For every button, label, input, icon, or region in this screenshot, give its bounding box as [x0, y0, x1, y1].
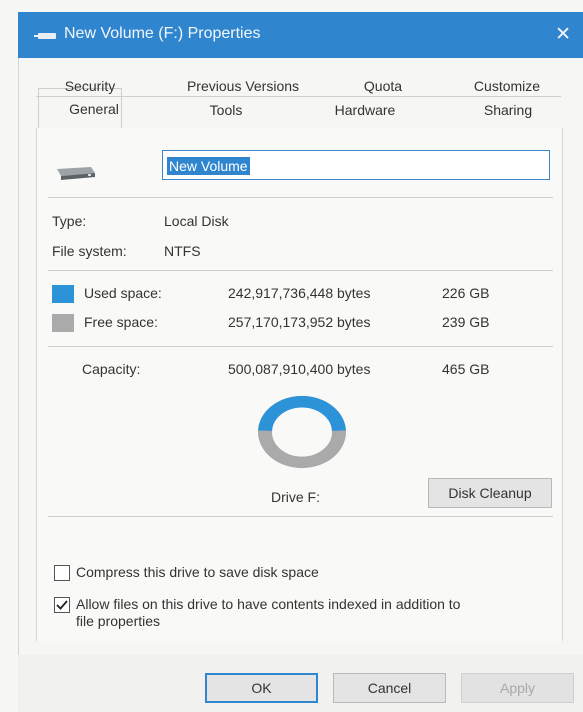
disk-cleanup-button[interactable]: Disk Cleanup	[428, 478, 552, 508]
checkmark-icon	[56, 600, 68, 610]
free-space-size: 239 GB	[442, 314, 490, 330]
capacity-label: Capacity:	[82, 361, 141, 377]
tab-security[interactable]: Security	[48, 74, 132, 98]
file-system-value: NTFS	[164, 243, 201, 259]
ok-button[interactable]: OK	[205, 673, 318, 703]
type-value: Local Disk	[164, 213, 229, 229]
apply-button[interactable]: Apply	[461, 673, 574, 703]
used-space-label: Used space:	[84, 285, 162, 301]
compress-label: Compress this drive to save disk space	[76, 564, 319, 580]
used-space-size: 226 GB	[442, 285, 490, 301]
compress-checkbox[interactable]	[54, 565, 70, 581]
used-space-bytes: 242,917,736,448 bytes	[228, 285, 371, 301]
separator	[48, 346, 553, 347]
tab-hardware[interactable]: Hardware	[322, 98, 408, 122]
cancel-button[interactable]: Cancel	[333, 673, 446, 703]
drive-icon	[57, 167, 95, 180]
drive-label: Drive F:	[271, 489, 320, 505]
drive-window-icon	[34, 33, 56, 39]
index-checkbox[interactable]	[54, 597, 70, 613]
separator	[48, 516, 553, 517]
capacity-bytes: 500,087,910,400 bytes	[228, 361, 371, 377]
title-bar: New Volume (F:) Properties ✕	[18, 12, 583, 58]
tab-previous-versions[interactable]: Previous Versions	[172, 74, 314, 98]
tab-general[interactable]: General	[56, 97, 132, 121]
tab-customize[interactable]: Customize	[460, 74, 554, 98]
volume-name-input[interactable]: New Volume	[162, 150, 550, 180]
close-icon[interactable]: ✕	[555, 23, 571, 46]
volume-name-selected-text: New Volume	[167, 157, 250, 175]
capacity-size: 465 GB	[442, 361, 490, 377]
tab-sharing[interactable]: Sharing	[470, 98, 546, 122]
free-space-label: Free space:	[84, 314, 158, 330]
tab-quota[interactable]: Quota	[356, 74, 410, 98]
index-label-line2: file properties	[76, 613, 161, 629]
used-space-swatch	[52, 285, 74, 303]
disk-usage-donut-chart	[258, 395, 346, 469]
index-label-line1: Allow files on this drive to have conten…	[76, 596, 461, 612]
separator	[48, 270, 553, 271]
type-label: Type:	[52, 213, 87, 229]
window-title: New Volume (F:) Properties	[64, 25, 261, 42]
free-space-bytes: 257,170,173,952 bytes	[228, 314, 371, 330]
free-space-swatch	[52, 314, 74, 332]
used-space-arc	[258, 396, 346, 432]
separator	[48, 197, 553, 198]
file-system-label: File system:	[52, 243, 127, 259]
tab-tools[interactable]: Tools	[196, 98, 256, 122]
